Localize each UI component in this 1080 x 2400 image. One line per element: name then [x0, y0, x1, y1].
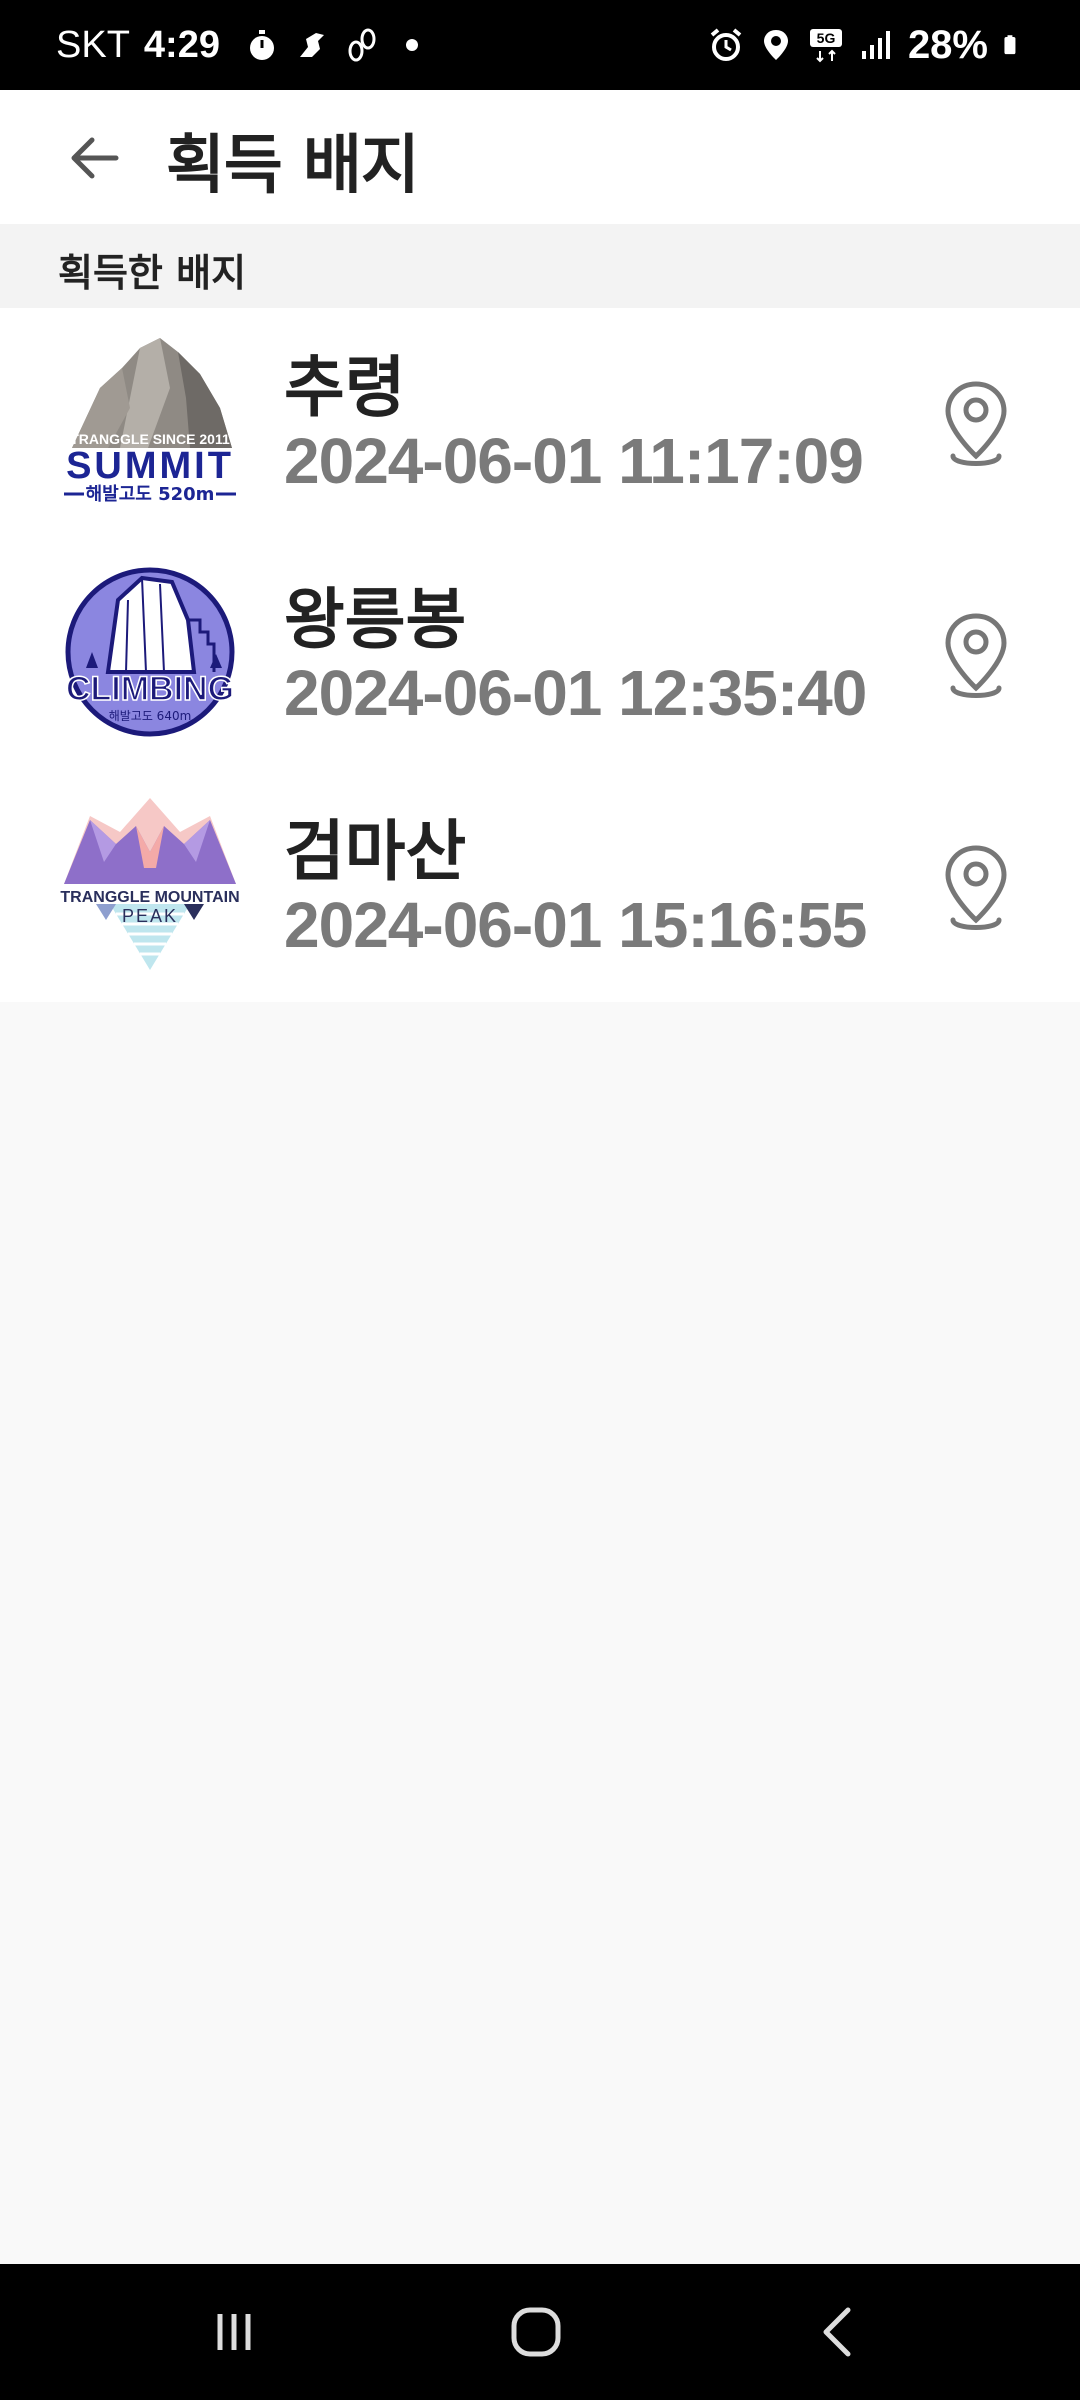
peak-badge-sub-text: PEAK	[122, 906, 178, 926]
summit-badge-main-text: SUMMIT	[66, 445, 234, 487]
stopwatch-icon	[249, 30, 274, 60]
signal-icon	[861, 31, 890, 59]
location-button[interactable]	[930, 838, 1022, 942]
badge-name: 추령	[284, 349, 406, 426]
arrow-left-icon	[71, 137, 119, 179]
badge-date: 2024-06-01 15:16:55	[284, 889, 867, 961]
recents-icon	[217, 2314, 251, 2350]
system-back-button[interactable]	[778, 2292, 898, 2372]
peak-badge-main-text: TRANGGLE MOUNTAIN	[60, 889, 239, 906]
home-icon	[511, 2307, 561, 2357]
climbing-badge-icon: CLIMBING 해발고도 640m	[65, 567, 235, 737]
badge-row-wangneungbong[interactable]: CLIMBING 해발고도 640m 왕릉봉 2024-06-01 12:35:…	[0, 540, 1080, 772]
navigation-bar	[0, 2264, 1080, 2400]
badge-list: TRANGGLE SINCE 2011 SUMMIT 해발고도 520m 추령 …	[0, 308, 1080, 1002]
summit-badge-sub-text: 해발고도 520m	[86, 484, 215, 505]
location-icon	[763, 30, 788, 60]
section-title: 획득한 배지	[58, 251, 247, 295]
climbing-badge-sub-text: 해발고도 640m	[109, 709, 192, 723]
badge-row-geommasan[interactable]: TRANGGLE MOUNTAIN PEAK 검마산 2024-06-01 15…	[0, 772, 1080, 1004]
climbing-badge-main-text: CLIMBING	[66, 670, 234, 708]
location-button[interactable]	[930, 606, 1022, 710]
page-title: 획득 배지	[166, 129, 420, 203]
recents-button[interactable]	[174, 2292, 294, 2372]
status-bar: SKT 4:29 5G 28%	[0, 0, 1080, 90]
status-bar-left: SKT 4:29	[56, 0, 430, 90]
footprints-icon	[348, 28, 376, 62]
battery-percent: 28%	[907, 22, 988, 67]
map-pin-icon	[945, 613, 1007, 698]
5g-icon: 5G	[809, 29, 842, 63]
runner-icon	[299, 33, 324, 57]
map-pin-icon	[945, 845, 1007, 930]
summit-badge-icon: TRANGGLE SINCE 2011 SUMMIT 해발고도 520m	[64, 338, 236, 505]
status-bar-right: 5G 28%	[708, 0, 1024, 90]
peak-badge-icon: TRANGGLE MOUNTAIN PEAK	[60, 798, 240, 970]
back-button[interactable]	[56, 120, 132, 196]
badge-date: 2024-06-01 12:35:40	[284, 657, 867, 729]
section-header: 획득한 배지	[0, 224, 1080, 308]
network-label: 5G	[817, 30, 836, 46]
home-button[interactable]	[476, 2292, 596, 2372]
location-button[interactable]	[930, 374, 1022, 478]
clock: 4:29	[143, 23, 220, 66]
battery-icon	[1004, 35, 1016, 55]
badge-name: 검마산	[284, 813, 467, 890]
badge-row-churyeong[interactable]: TRANGGLE SINCE 2011 SUMMIT 해발고도 520m 추령 …	[0, 308, 1080, 540]
badge-date: 2024-06-01 11:17:09	[284, 425, 864, 497]
empty-area	[0, 1002, 1080, 2264]
map-pin-icon	[945, 381, 1007, 466]
alarm-icon	[710, 28, 742, 61]
badge-name: 왕릉봉	[284, 581, 467, 658]
app-bar: 획득 배지	[0, 90, 1080, 224]
dot-icon	[405, 39, 418, 51]
carrier-label: SKT	[56, 23, 130, 66]
back-icon	[823, 2307, 851, 2357]
